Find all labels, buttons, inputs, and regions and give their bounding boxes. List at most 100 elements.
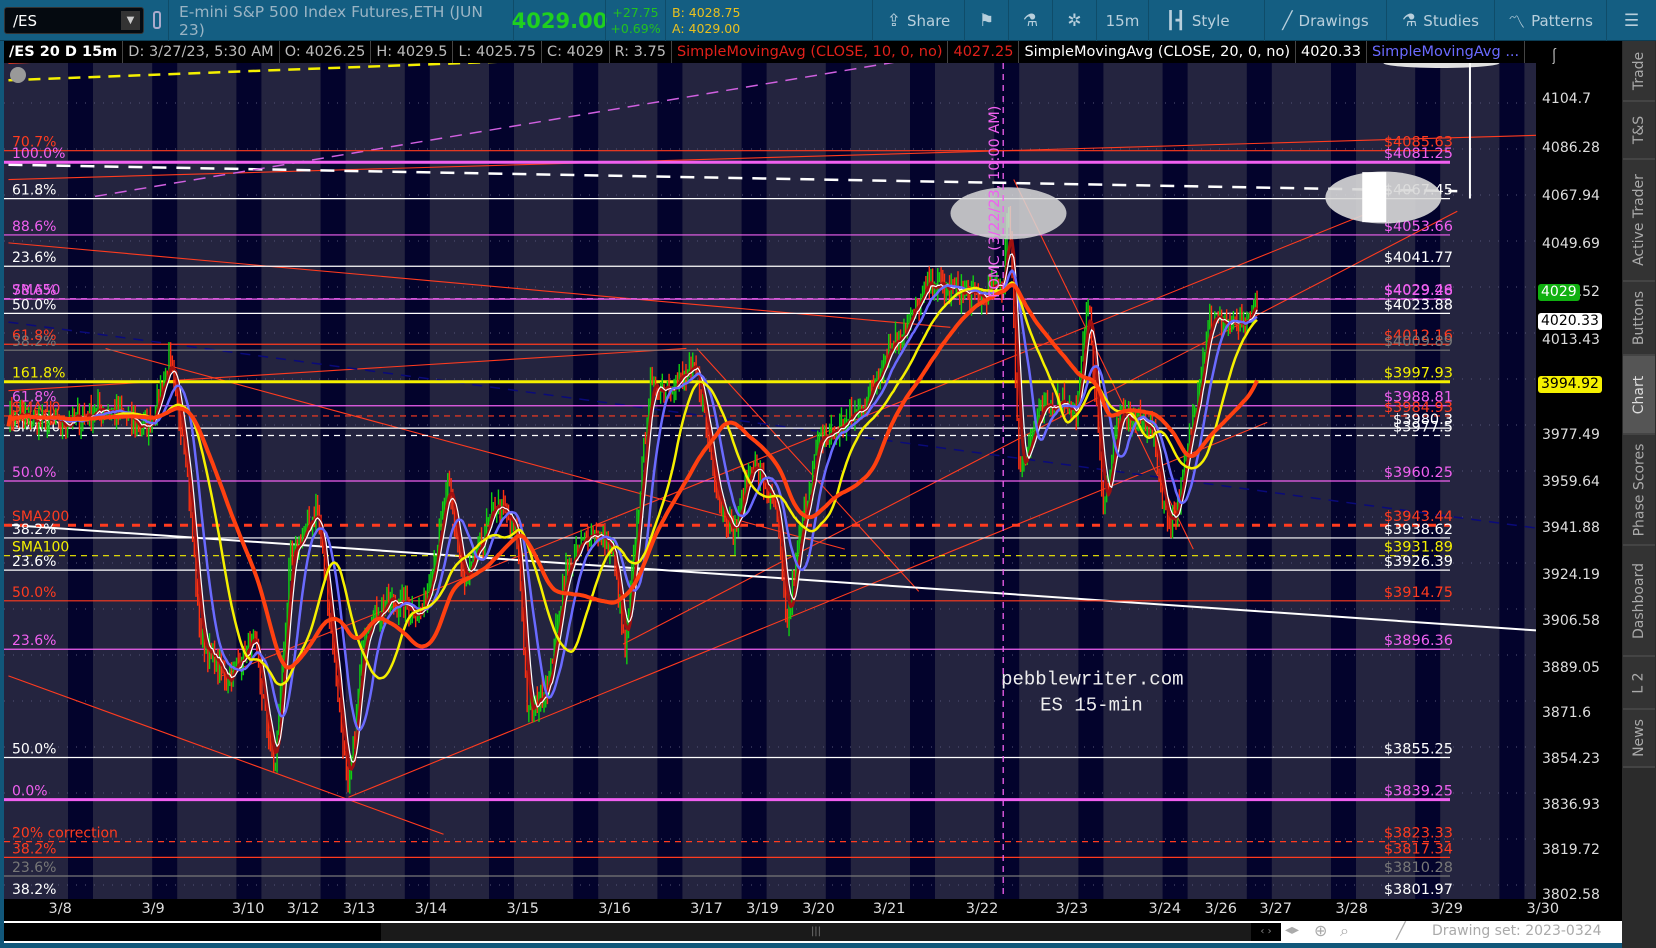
scroll-thumb[interactable]: ||| (381, 923, 1251, 941)
style-button[interactable]: ┃┫ Style (1148, 0, 1246, 41)
sidebar-tab-news[interactable]: News (1623, 710, 1655, 768)
change-value: +27.75 (612, 4, 659, 20)
alert-button[interactable]: ⚑ (964, 0, 1008, 41)
date-axis[interactable]: 3/8 3/9 3/10 3/12 3/13 3/14 3/15 3/16 3/17 3/19 3/… (4, 899, 1622, 921)
level-left-label: 100.0% (12, 146, 65, 162)
link-icon[interactable] (153, 11, 161, 29)
price-tick: 3906.58 (1542, 613, 1600, 630)
drawings-button[interactable]: ╱ Drawings (1264, 0, 1386, 41)
sidebar-tab-dashboard[interactable]: Dashboard (1623, 546, 1655, 657)
level-left-label: 88.6% (12, 219, 56, 235)
price-tick: 3959.64 (1542, 473, 1600, 490)
scroll-arrows[interactable]: ‹ › (1251, 923, 1281, 941)
date-tick: 3/17 (690, 901, 723, 917)
tab-label: T&S (1630, 115, 1647, 145)
study-sma20-value: 4020.33 (1296, 41, 1367, 63)
price-tick: 3836.93 (1542, 796, 1600, 813)
sidebar-tab-phase-scores[interactable]: Phase Scores (1623, 435, 1655, 546)
study-more[interactable]: SimpleMovingAvg ... (1367, 41, 1526, 63)
level-left-label: 38.2% (12, 522, 56, 538)
tab-label: News (1631, 719, 1647, 757)
alert-icon: ⚑ (978, 10, 995, 31)
drawing-set-label[interactable]: Drawing set: 2023-0324 (1432, 923, 1602, 939)
pencil-line-icon: ╱ (1282, 10, 1293, 31)
studies-button[interactable]: ⚗ Studies (1386, 0, 1494, 41)
date-tick: 3/20 (802, 901, 835, 917)
bar-close: C: 4029 (542, 41, 610, 63)
sidebar-tab-l-2[interactable]: L 2 (1623, 657, 1655, 710)
chevron-down-icon[interactable]: ▼ (121, 11, 140, 30)
flask-button[interactable]: ⚗ (1008, 0, 1052, 41)
study-sma10[interactable]: SimpleMovingAvg (CLOSE, 10, 0, no) (672, 41, 949, 63)
date-tick: 3/24 (1148, 901, 1182, 917)
price-chart[interactable]: 70.7%$4085.63100.0%$4081.2561.8%$4067.45… (4, 63, 1536, 899)
candle-icon: ┃┫ (1165, 10, 1186, 31)
level-left-label: 38.2% (12, 841, 56, 857)
share-button[interactable]: ⇪ Share (872, 0, 964, 41)
scroll-left-area[interactable] (4, 923, 381, 941)
date-tick: 3/26 (1204, 901, 1238, 917)
price-axis[interactable]: ⎰ 4104.74086.284067.944049.694031.524013… (1536, 41, 1622, 903)
share-icon: ⇪ (886, 10, 901, 31)
date-tick: 3/22 (965, 901, 999, 917)
bar-open: O: 4026.25 (280, 41, 372, 63)
price-tick: 4049.69 (1542, 236, 1600, 253)
level-left-label: 38.2% (12, 882, 56, 898)
menu-button[interactable]: ☰ (1606, 0, 1656, 41)
level-left-label: 23.6% (12, 554, 56, 570)
level-right-label: $3810.28 (1384, 860, 1453, 876)
tab-label: Dashboard (1631, 562, 1647, 639)
level-left-label: 50.0% (12, 297, 56, 313)
sidebar-tab-t-s[interactable]: T&S (1623, 102, 1655, 160)
price-tick: 3854.23 (1542, 751, 1600, 768)
level-left-label: 23.6% (12, 250, 56, 266)
sidebar-tab-active-trader[interactable]: Active Trader (1623, 160, 1655, 282)
price-tick: 4013.43 (1542, 331, 1600, 348)
bar-date: D: 3/27/23, 5:30 AM (123, 41, 280, 63)
symbol-selector[interactable]: /ES ▼ (4, 7, 144, 34)
gear-icon: ✲ (1067, 10, 1082, 31)
level-left-label: 161.8% (12, 366, 65, 382)
price-tick: 3924.19 (1542, 566, 1600, 583)
sidebar-tab-trade[interactable]: Trade (1623, 41, 1655, 102)
alert-icon (10, 67, 26, 83)
level-left-label: 20% correction (12, 826, 118, 842)
crosshair-icon[interactable]: ⊕ (1314, 921, 1327, 940)
level-left-label: 23.6% (12, 860, 56, 876)
level-right-label: $3855.25 (1384, 742, 1453, 758)
date-tick: 3/23 (1055, 901, 1089, 917)
level-right-label: $3977.5 (1393, 420, 1453, 436)
sidebar-tab-buttons[interactable]: Buttons (1623, 282, 1655, 356)
pan-icon[interactable]: ◂▸ (1285, 922, 1299, 938)
date-tick: 3/8 (48, 901, 72, 917)
scrollbar[interactable]: ||| ‹ › ◂▸ ⊕ ⌕ ╱ Drawing set: 2023-0324 (4, 921, 1622, 943)
level-right-label: $4041.77 (1384, 250, 1453, 266)
drawing-pencil-icon[interactable]: ╱ (1396, 921, 1406, 940)
sidebar-tab-chart[interactable]: Chart (1623, 356, 1655, 435)
level-right-label: $3817.34 (1384, 841, 1453, 857)
right-sidebar: Trade T&S Active Trader Buttons Chart Phase S… (1622, 41, 1656, 948)
patterns-button[interactable]: 〽 Patterns (1494, 0, 1606, 41)
date-tick: 3/16 (598, 901, 631, 917)
gear-button[interactable]: ✲ (1052, 0, 1096, 41)
study-sma10-value: 4027.25 (948, 41, 1020, 63)
level-right-label: $4009.89 (1384, 334, 1453, 350)
level-right-label: $3839.25 (1384, 784, 1453, 800)
date-tick: 3/27 (1259, 901, 1292, 917)
net-change: +27.75 +0.69% (605, 0, 665, 41)
study-sma20[interactable]: SimpleMovingAvg (CLOSE, 20, 0, no) (1019, 41, 1296, 63)
level-right-label: $3896.36 (1384, 633, 1453, 649)
price-tick: 3871.6 (1542, 705, 1591, 722)
bid-ask: B: 4028.75 A: 4029.00 (665, 0, 757, 41)
overnight-band (1499, 63, 1525, 899)
chart-settings-icon[interactable]: ⎰ (1546, 43, 1562, 67)
level-right-label: $3914.75 (1384, 585, 1453, 601)
date-tick: 3/10 (231, 901, 265, 917)
level-right-label: $3926.39 (1384, 554, 1453, 570)
level-right-label: $3823.33 (1384, 826, 1453, 842)
zoom-icon[interactable]: ⌕ (1340, 921, 1349, 941)
tab-label: Phase Scores (1631, 443, 1648, 536)
date-tick: 3/30 (1526, 901, 1560, 917)
15m-button[interactable]: 15m (1096, 0, 1148, 41)
price-marker: 4029 (1538, 284, 1580, 302)
